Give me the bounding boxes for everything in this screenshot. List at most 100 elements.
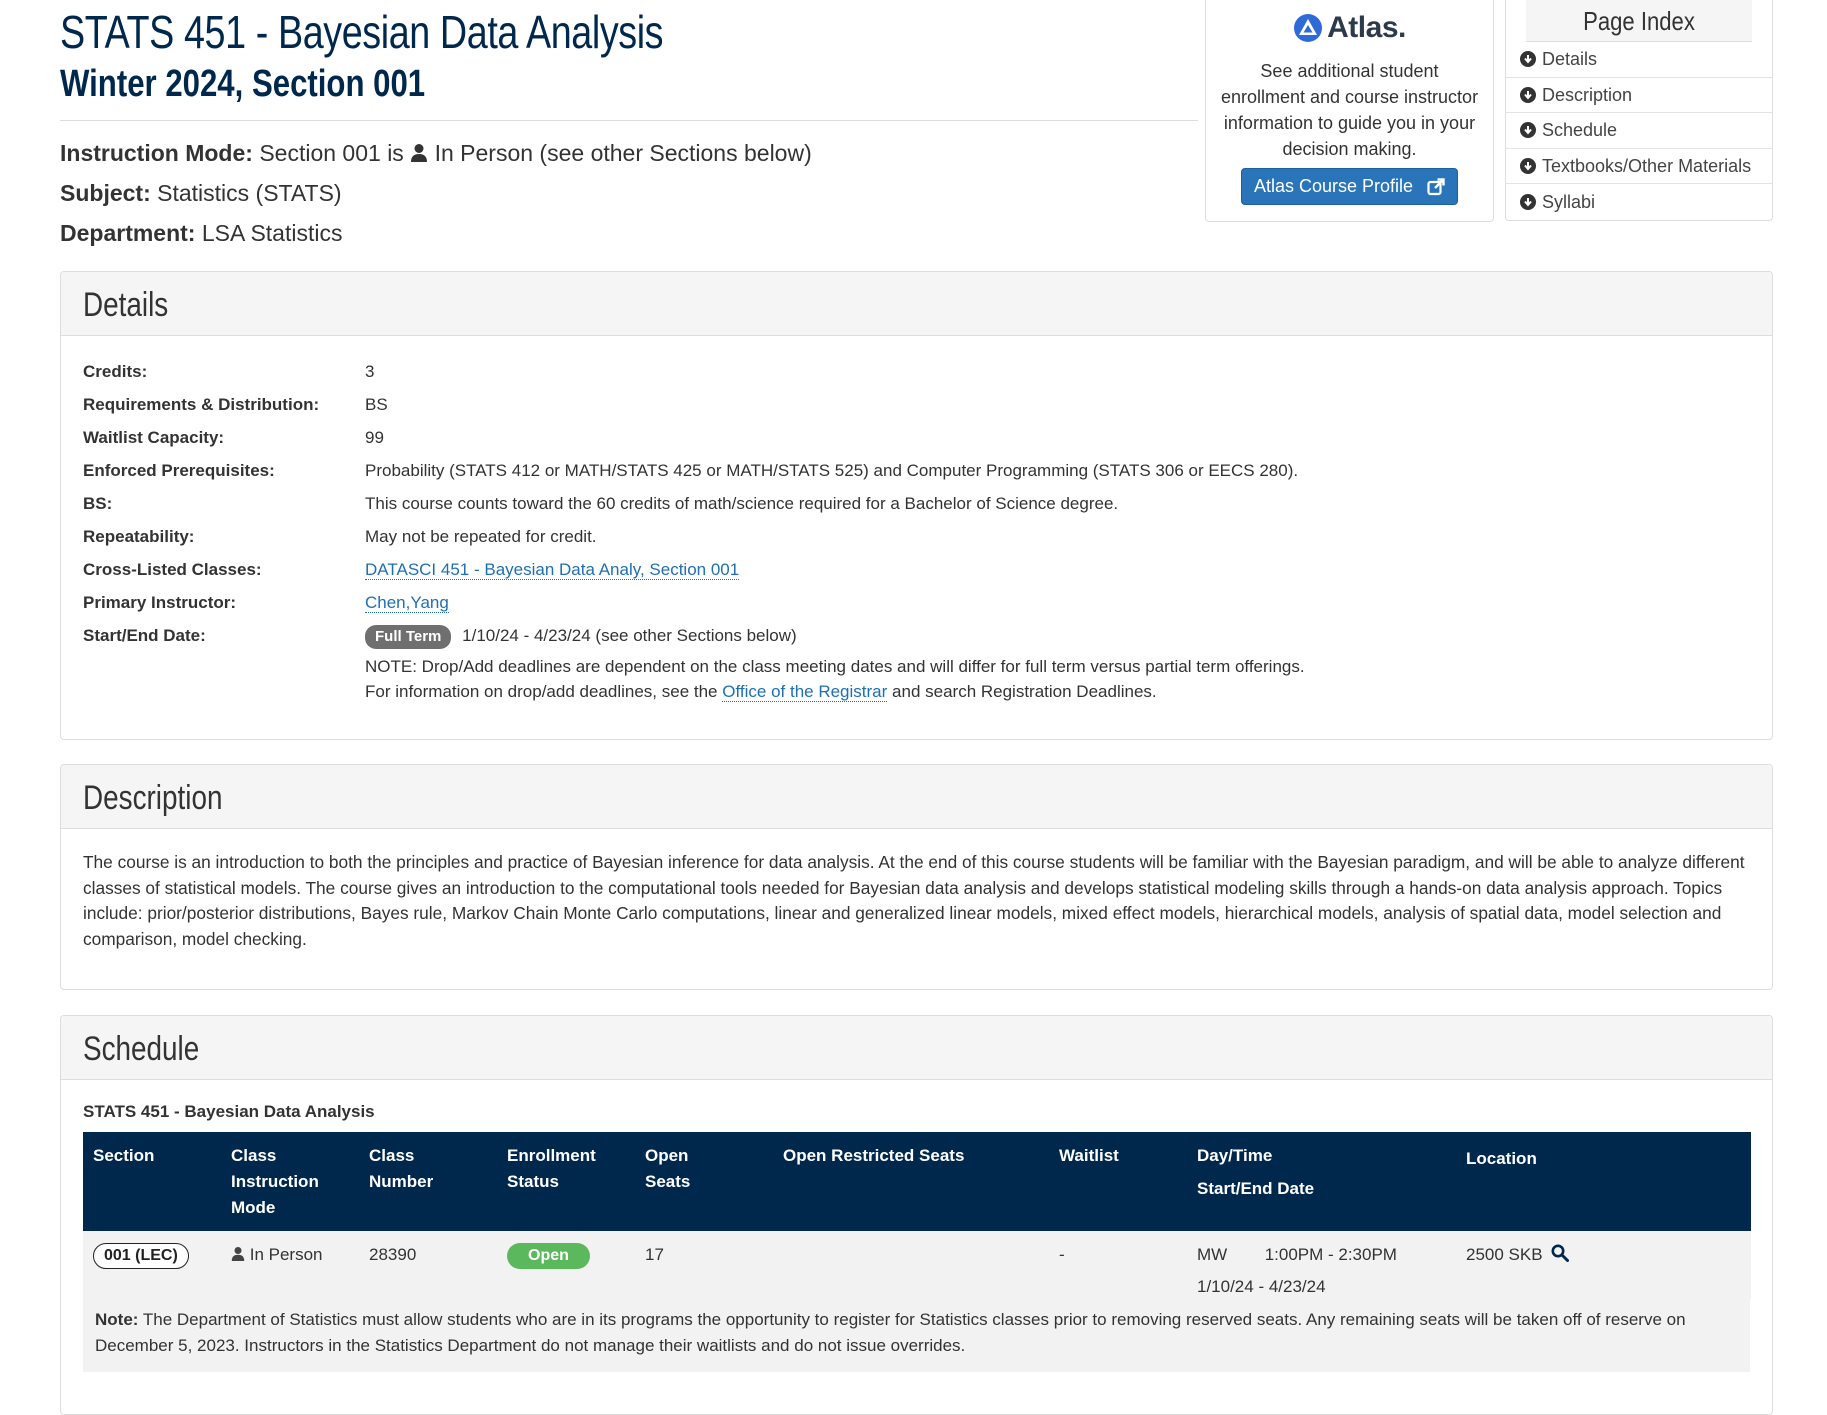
department-line: Department: LSA Statistics [60, 213, 1198, 253]
detail-row-repeatability: Repeatability: May not be repeated for c… [83, 520, 1750, 553]
cell-day-time: MW 1:00PM - 2:30PM 1/10/24 - 4/23/24 [1187, 1231, 1456, 1299]
schedule-note-label: Note: [95, 1310, 139, 1329]
arrow-circle-down-icon [1520, 86, 1536, 103]
detail-row-instructor: Primary Instructor: Chen,Yang [83, 586, 1750, 619]
department-label: Department: [60, 220, 196, 246]
col-open-restricted-seats: Open Restricted Seats [773, 1132, 1049, 1231]
detail-label: Credits: [83, 362, 148, 381]
detail-value: 99 [365, 428, 384, 447]
detail-value: Chen,Yang [365, 586, 449, 619]
cell-class-number: 28390 [359, 1231, 497, 1299]
person-icon [231, 1247, 245, 1261]
col-class-number: Class Number [359, 1132, 497, 1231]
col-instruction-mode: Class Instruction Mode [221, 1132, 359, 1231]
page-index-item-syllabi[interactable]: Syllabi [1506, 184, 1772, 220]
registrar-note-prefix: For information on drop/add deadlines, s… [365, 682, 718, 701]
atlas-button-label: Atlas Course Profile [1253, 176, 1414, 196]
details-panel: Details Credits: 3 Requirements & Distri… [60, 271, 1773, 740]
detail-row-waitlist-capacity: Waitlist Capacity: 99 [83, 421, 1750, 454]
col-open-seats: Open Seats [635, 1132, 773, 1231]
atlas-logo-text: Atlas. [1327, 11, 1406, 44]
instruction-mode-text: In Person [249, 1245, 323, 1264]
detail-value: Probability (STATS 412 or MATH/STATS 425… [365, 461, 1299, 480]
drop-add-note: NOTE: Drop/Add deadlines are dependent o… [365, 657, 1305, 676]
detail-row-cross-listed: Cross-Listed Classes: DATASCI 451 - Baye… [83, 553, 1750, 586]
detail-label: Requirements & Distribution: [83, 395, 320, 414]
col-section: Section [83, 1132, 221, 1231]
detail-value: DATASCI 451 - Bayesian Data Analy, Secti… [365, 553, 740, 586]
atlas-logo: Atlas. [1293, 10, 1406, 46]
location-text: 2500 SKB [1466, 1245, 1543, 1264]
registrar-note: For information on drop/add deadlines, s… [83, 679, 1750, 704]
cell-location: 2500 SKB [1456, 1231, 1751, 1299]
detail-value: Full Term 1/10/24 - 4/23/24 (see other S… [365, 619, 797, 652]
page-index-label: Textbooks/Other Materials [1542, 155, 1752, 176]
detail-label: Cross-Listed Classes: [83, 560, 262, 579]
col-enrollment-status: Enrollment Status [497, 1132, 635, 1231]
details-heading: Details [61, 272, 1772, 336]
schedule-heading: Schedule [61, 1016, 1772, 1080]
atlas-logo-icon [1294, 14, 1323, 42]
person-icon [411, 144, 428, 162]
detail-label: Waitlist Capacity: [83, 428, 225, 447]
header-divider [60, 120, 1198, 121]
department-value: LSA Statistics [201, 220, 343, 246]
page-index-item-textbooks[interactable]: Textbooks/Other Materials [1506, 149, 1772, 184]
course-description-text: The course is an introduction to both th… [83, 852, 1745, 950]
detail-label: Primary Instructor: [83, 593, 237, 612]
page-index-item-description[interactable]: Description [1506, 78, 1772, 113]
subject-label: Subject: [60, 180, 151, 206]
schedule-title: Schedule [83, 1030, 200, 1068]
page-index-label: Schedule [1542, 120, 1618, 141]
cell-waitlist: - [1049, 1231, 1187, 1299]
detail-value: May not be repeated for credit. [365, 527, 597, 546]
start-end-date-value: 1/10/24 - 4/23/24 (see other Sections be… [462, 626, 797, 645]
external-link-icon [1427, 177, 1445, 195]
atlas-course-profile-button[interactable]: Atlas Course Profile [1240, 168, 1459, 205]
schedule-course-subtitle: STATS 451 - Bayesian Data Analysis [83, 1102, 375, 1121]
term-section-title: Winter 2024, Section 001 [60, 63, 426, 105]
page-index-label: Details [1542, 49, 1598, 70]
schedule-body: STATS 451 - Bayesian Data Analysis Secti… [61, 1080, 1772, 1394]
page-index-title: Page Index [1525, 0, 1753, 42]
description-heading: Description [61, 765, 1772, 829]
detail-row-requirements: Requirements & Distribution: BS [83, 388, 1750, 421]
cell-enrollment-status: Open [497, 1231, 635, 1299]
schedule-header-row: Section Class Instruction Mode Class Number… [83, 1132, 1751, 1231]
section-pill[interactable]: 001 (LEC) [93, 1243, 189, 1269]
col-day-time: Day/Time Start/End Date [1187, 1132, 1456, 1231]
instruction-mode-label: Instruction Mode: [60, 140, 253, 166]
detail-row-credits: Credits: 3 [83, 355, 1750, 388]
detail-row-start-end-date: Start/End Date: Full Term 1/10/24 - 4/23… [83, 619, 1750, 652]
detail-value: 3 [365, 362, 375, 381]
schedule-note-text: The Department of Statistics must allow … [95, 1310, 1686, 1355]
schedule-panel: Schedule STATS 451 - Bayesian Data Analy… [60, 1015, 1773, 1415]
page-title: STATS 451 - Bayesian Data Analysis [60, 6, 664, 58]
open-status-badge: Open [507, 1243, 590, 1269]
detail-row-prerequisites: Enforced Prerequisites: Probability (STA… [83, 454, 1750, 487]
full-term-badge: Full Term [365, 625, 452, 649]
page-index-item-schedule[interactable]: Schedule [1506, 113, 1772, 149]
meeting-dates: 1/10/24 - 4/23/24 [1197, 1277, 1326, 1296]
subject-line: Subject: Statistics (STATS) [60, 173, 1198, 213]
page-index-label: Syllabi [1542, 191, 1596, 212]
atlas-description: See additional student enrollment and co… [1220, 61, 1479, 159]
col-location: Location [1456, 1132, 1751, 1231]
detail-value: This course counts toward the 60 credits… [365, 494, 1119, 513]
detail-label: BS: [83, 494, 113, 513]
registrar-link[interactable]: Office of the Registrar [722, 682, 888, 702]
search-icon[interactable] [1551, 1244, 1570, 1262]
instruction-mode-line: Instruction Mode: Section 001 is In Pers… [60, 133, 1198, 173]
meeting-time: 1:00PM - 2:30PM [1264, 1245, 1397, 1264]
instructor-link[interactable]: Chen,Yang [365, 593, 449, 613]
cell-open-seats: 17 [635, 1231, 773, 1299]
cross-listed-class-link[interactable]: DATASCI 451 - Bayesian Data Analy, Secti… [365, 560, 740, 580]
instruction-mode-value: In Person (see other Sections below) [434, 140, 812, 166]
page-index-item-details[interactable]: Details [1506, 42, 1772, 78]
arrow-circle-down-icon [1520, 51, 1536, 68]
subject-value: Statistics (STATS) [157, 180, 342, 206]
page-index-label: Description [1542, 84, 1633, 105]
detail-value: BS [365, 395, 388, 414]
cell-section: 001 (LEC) [83, 1231, 221, 1299]
schedule-row: 001 (LEC) In Person 28390 Open 17 - MW 1… [83, 1231, 1751, 1299]
